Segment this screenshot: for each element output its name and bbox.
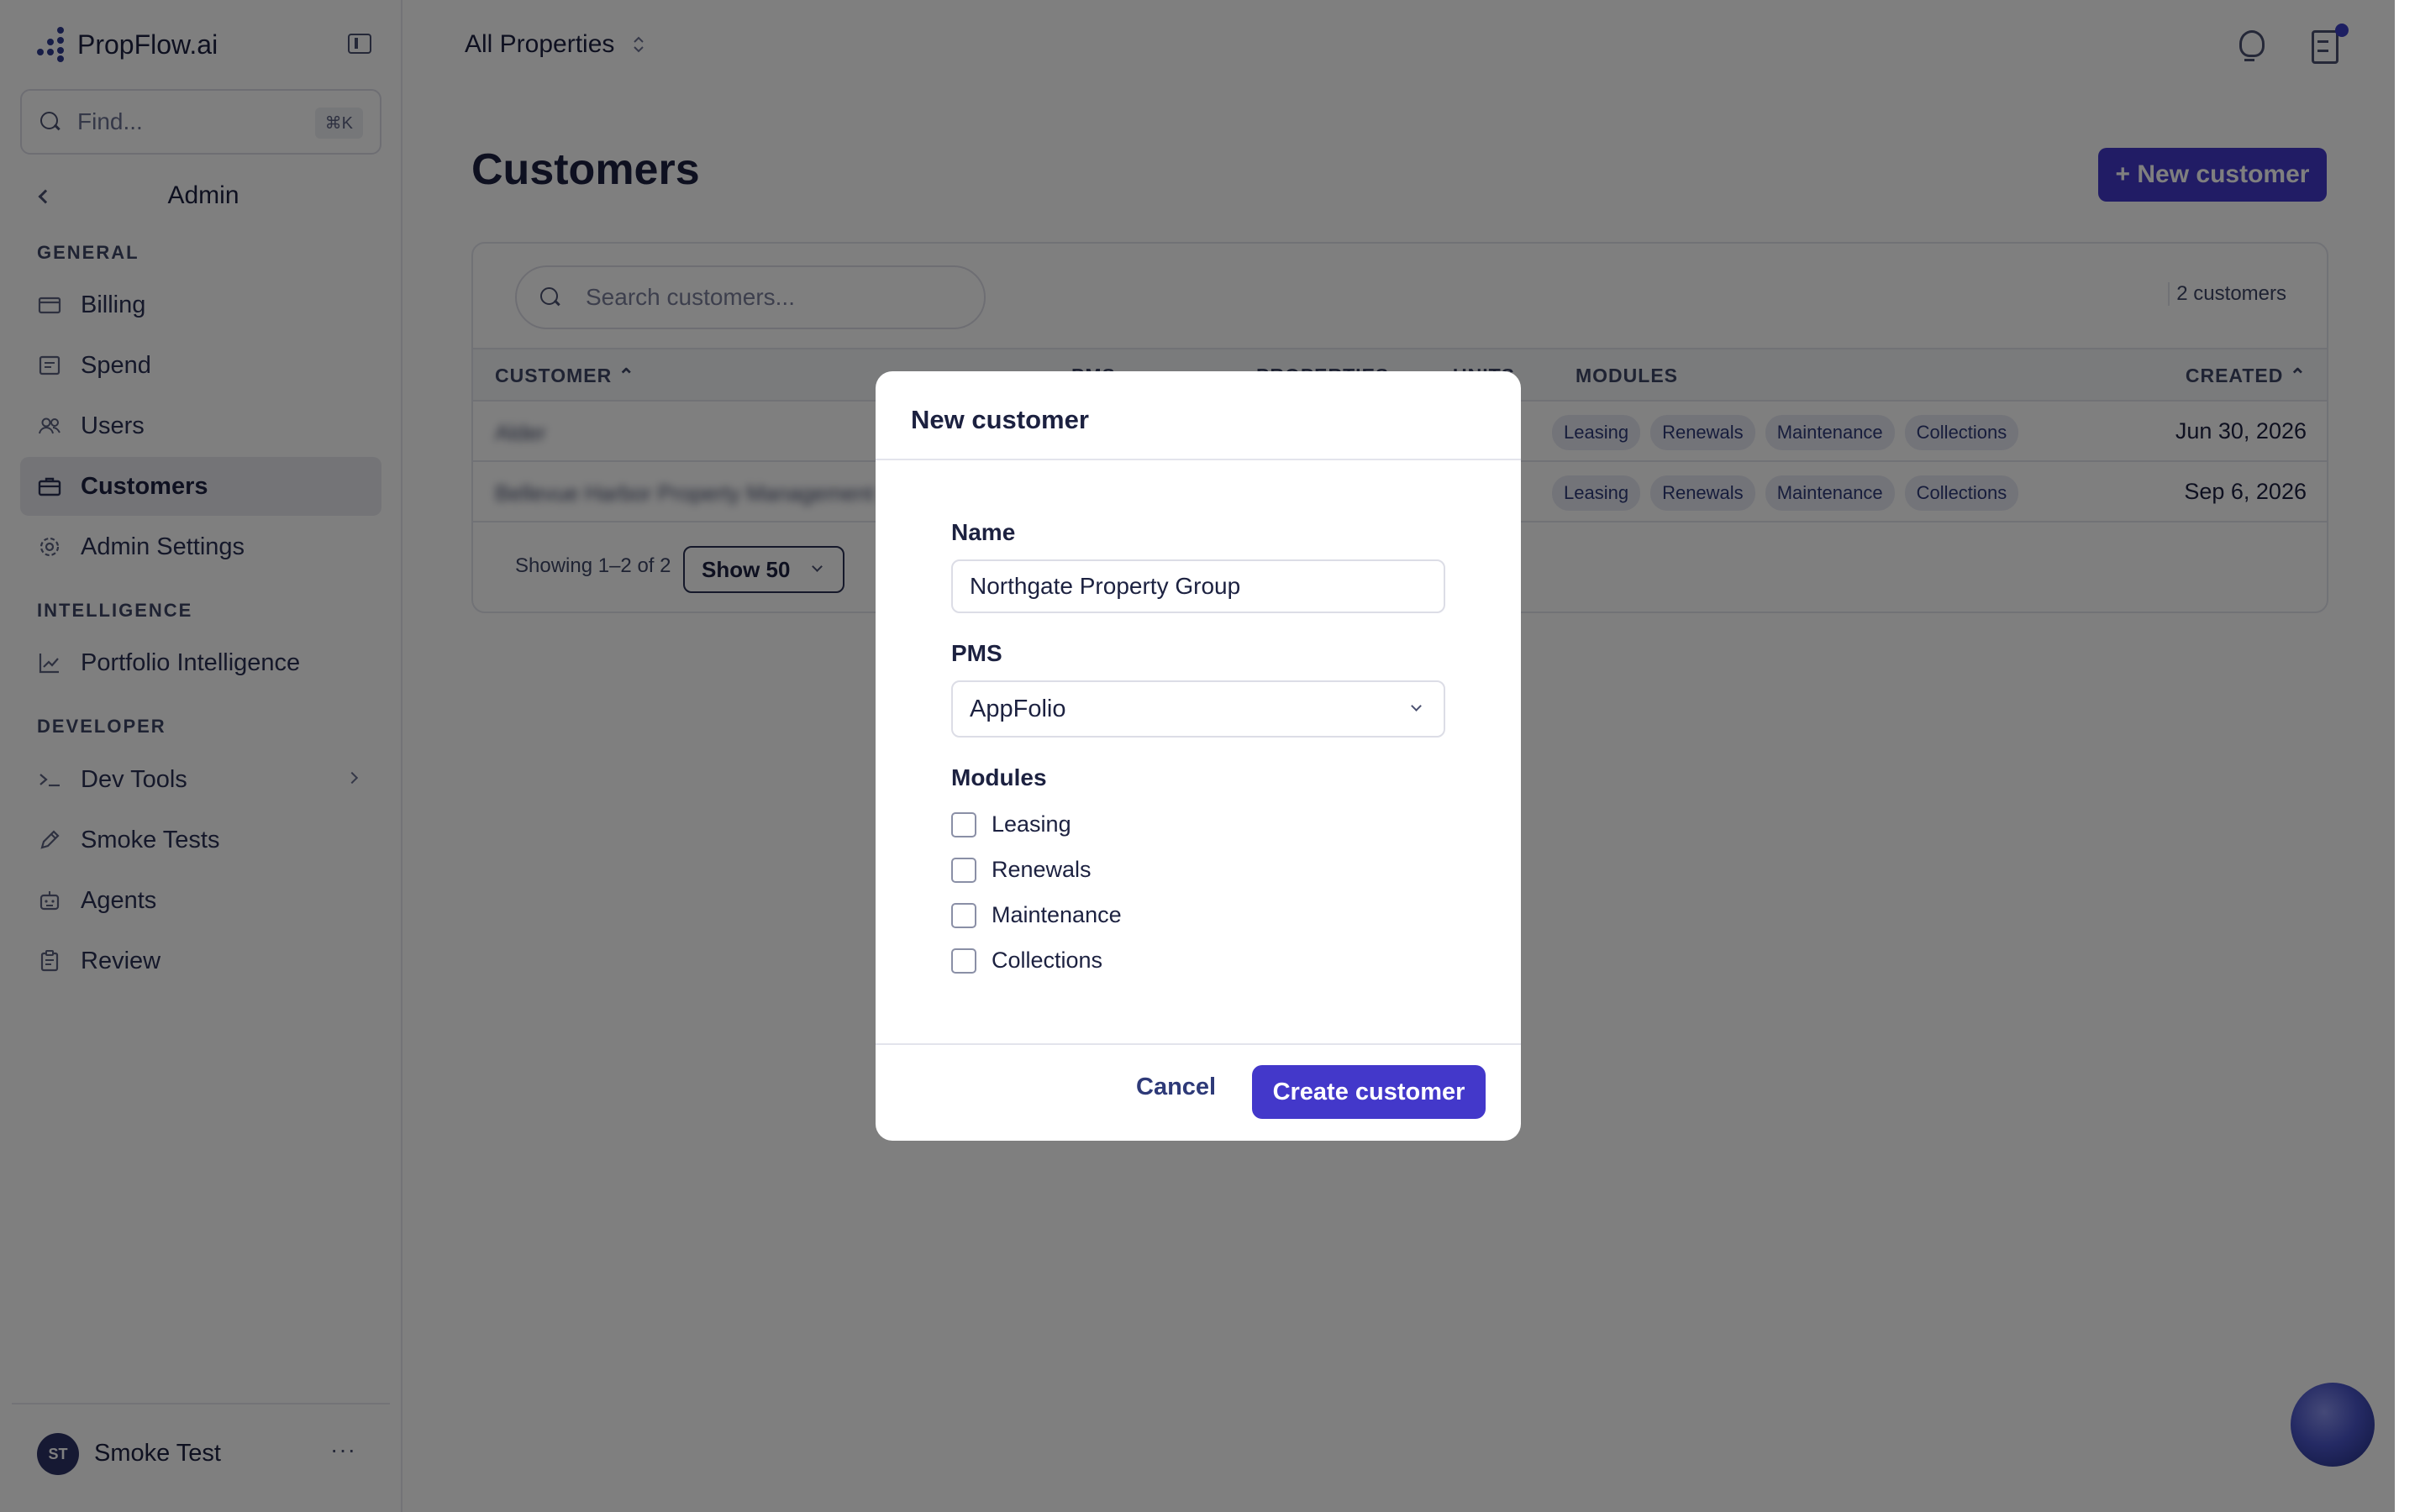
checkbox-label: Renewals — [992, 857, 1092, 882]
modules-label: Modules — [951, 764, 1047, 790]
pms-select[interactable]: AppFolio — [951, 680, 1445, 738]
checkbox-label: Collections — [992, 948, 1103, 973]
module-checkbox-leasing[interactable]: Leasing — [951, 811, 1071, 837]
name-label: Name — [951, 519, 1016, 545]
create-customer-button[interactable]: Create customer — [1252, 1065, 1486, 1119]
cancel-label: Cancel — [1136, 1074, 1217, 1100]
module-checkbox-maintenance[interactable]: Maintenance — [951, 902, 1122, 928]
divider — [876, 459, 1521, 460]
new-customer-dialog: New customer Name PMS AppFolio Modules L… — [876, 371, 1521, 1141]
checkbox[interactable] — [951, 811, 976, 837]
divider — [876, 1043, 1521, 1045]
scrollbar-gutter — [2395, 0, 2420, 1512]
checkbox[interactable] — [951, 902, 976, 928]
checkbox[interactable] — [951, 857, 976, 883]
checkbox-label: Maintenance — [992, 902, 1122, 927]
pms-value: AppFolio — [970, 695, 1066, 722]
pms-label: PMS — [951, 640, 1002, 666]
name-field[interactable] — [951, 559, 1445, 613]
chevron-down-icon — [1411, 701, 1422, 711]
checkbox-label: Leasing — [992, 811, 1071, 837]
module-checkbox-renewals[interactable]: Renewals — [951, 857, 1092, 883]
dialog-title: New customer — [911, 405, 1089, 434]
checkbox[interactable] — [951, 948, 976, 974]
module-checkbox-collections[interactable]: Collections — [951, 948, 1102, 974]
